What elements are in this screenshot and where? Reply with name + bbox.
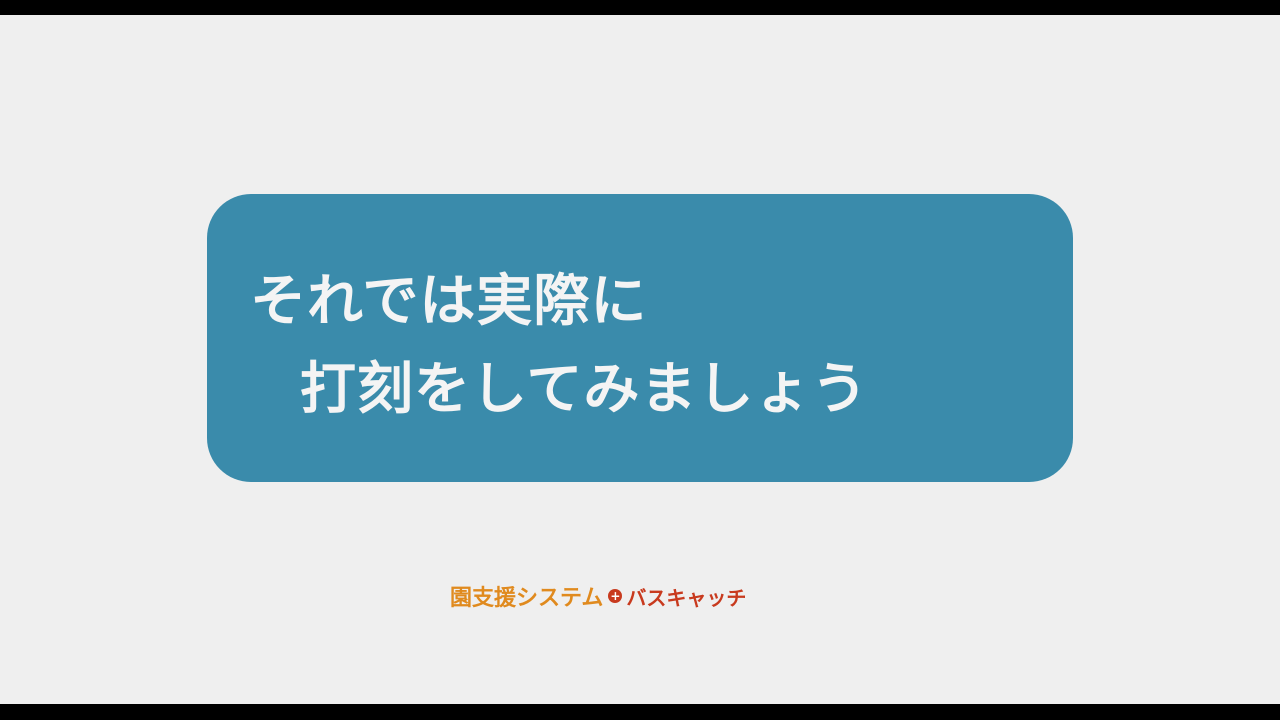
logo-text-system: 園支援システム (450, 586, 604, 611)
letterbox-top (0, 0, 1280, 15)
message-line-2: 打刻をしてみましょう (300, 357, 869, 422)
plus-icon: + (608, 589, 623, 603)
message-line-1: それでは実際に (250, 269, 648, 334)
message-card: それでは実際に 打刻をしてみましょう (207, 194, 1073, 482)
video-frame: それでは実際に 打刻をしてみましょう 園支援システム + バスキャッチ (0, 15, 1280, 704)
brand-logo: 園支援システム + バスキャッチ (450, 580, 746, 612)
letterbox-bottom (0, 704, 1280, 720)
logo-text-buscatch: バスキャッチ (626, 585, 747, 610)
